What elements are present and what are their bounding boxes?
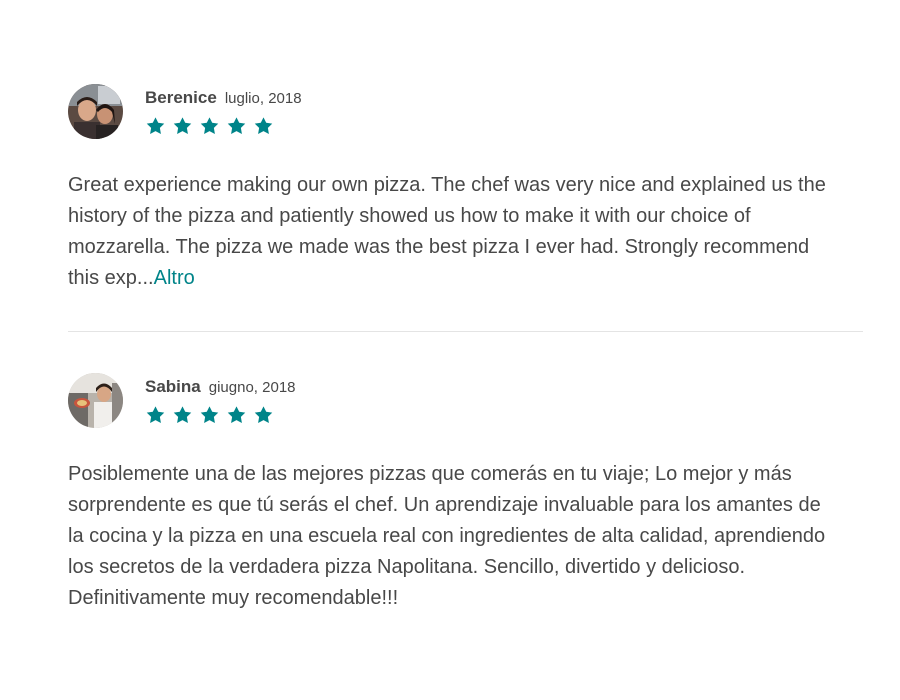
star-icon — [172, 405, 193, 426]
star-icon — [172, 116, 193, 137]
star-icon — [145, 405, 166, 426]
avatar[interactable] — [68, 84, 123, 139]
star-icon — [226, 405, 247, 426]
read-more-link[interactable]: Altro — [154, 267, 195, 289]
name-line: Berenice luglio, 2018 — [145, 88, 302, 110]
review-item: Sabina giugno, 2018 Posiblemente una de … — [68, 373, 863, 614]
star-rating — [145, 405, 296, 427]
review-date: giugno, 2018 — [208, 379, 296, 396]
review-header: Berenice luglio, 2018 — [68, 84, 863, 140]
star-icon — [253, 405, 274, 426]
review-text: Great experience making our own pizza. T… — [68, 170, 828, 294]
review-meta: Berenice luglio, 2018 — [145, 84, 302, 138]
review-meta: Sabina giugno, 2018 — [145, 373, 296, 427]
star-icon — [253, 116, 274, 137]
star-icon — [145, 116, 166, 137]
review-text: Posiblemente una de las mejores pizzas q… — [68, 459, 828, 614]
divider — [68, 331, 863, 332]
star-icon — [199, 405, 220, 426]
avatar[interactable] — [68, 373, 123, 428]
review-header: Sabina giugno, 2018 — [68, 373, 863, 429]
star-icon — [226, 116, 247, 137]
review-body: Posiblemente una de las mejores pizzas q… — [68, 463, 826, 609]
star-rating — [145, 116, 302, 138]
review-date: luglio, 2018 — [224, 90, 302, 107]
star-icon — [199, 116, 220, 137]
reviewer-name[interactable]: Berenice — [145, 88, 217, 108]
reviewer-name[interactable]: Sabina — [145, 377, 201, 397]
name-line: Sabina giugno, 2018 — [145, 377, 296, 399]
review-item: Berenice luglio, 2018 Great experience m… — [68, 84, 863, 294]
